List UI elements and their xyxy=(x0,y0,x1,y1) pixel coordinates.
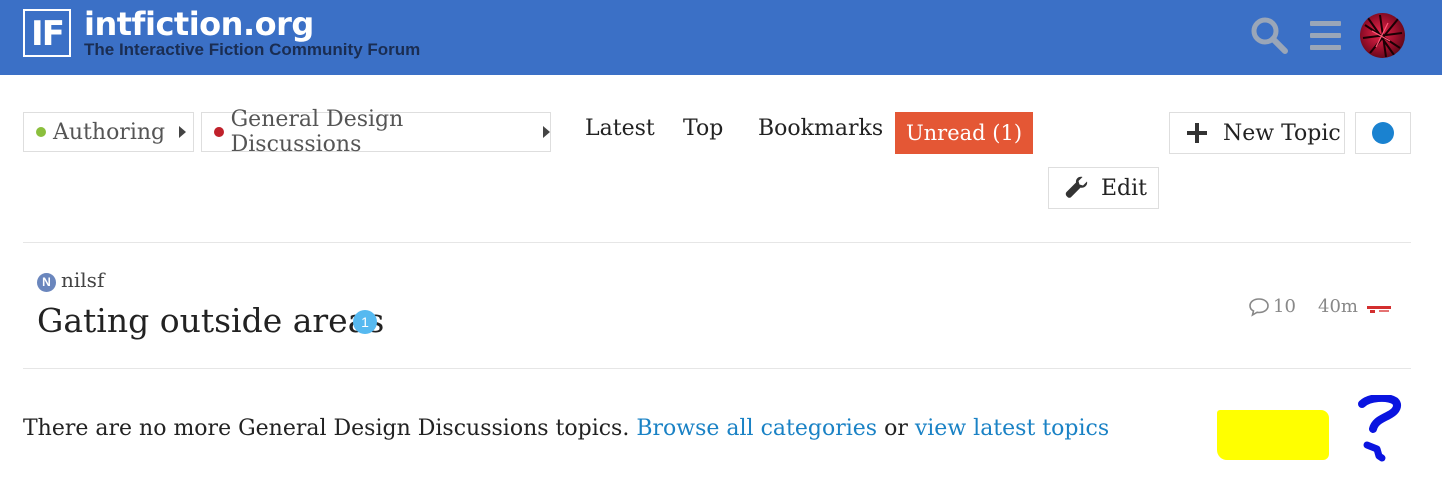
breadcrumb-label: Authoring xyxy=(53,119,166,145)
question-mark-scribble-icon xyxy=(1355,393,1403,463)
site-subtitle: The Interactive Fiction Community Forum xyxy=(84,40,421,59)
latest-poster-avatar[interactable] xyxy=(1367,301,1391,313)
topic-title-link[interactable]: Gating outside areas xyxy=(37,301,384,340)
tab-top[interactable]: Top xyxy=(683,116,723,141)
category-color-dot xyxy=(214,127,224,137)
logo-text: IF xyxy=(31,14,65,54)
poster-avatar[interactable]: N xyxy=(37,273,56,292)
yellow-highlight-mark xyxy=(1217,410,1329,460)
notification-dot-icon xyxy=(1372,122,1394,144)
notification-button[interactable] xyxy=(1355,112,1411,154)
plus-icon xyxy=(1186,122,1208,144)
user-avatar[interactable] xyxy=(1360,13,1405,58)
breadcrumb-subcategory[interactable]: General Design Discussions xyxy=(201,107,551,157)
footer-or-text: or xyxy=(884,416,908,441)
reply-count[interactable]: 10 xyxy=(1273,296,1296,317)
no-more-topics-message: There are no more General Design Discuss… xyxy=(23,416,1109,441)
category-color-dot xyxy=(36,127,46,137)
site-title[interactable]: intfiction.org xyxy=(84,5,314,43)
list-top-divider xyxy=(23,242,1411,243)
breadcrumb-label: General Design Discussions xyxy=(230,107,404,157)
tab-latest[interactable]: Latest xyxy=(585,116,655,141)
breadcrumb-category-authoring[interactable]: Authoring xyxy=(23,112,194,152)
tab-bookmarks[interactable]: Bookmarks xyxy=(758,116,883,141)
footer-text: There are no more General Design Discuss… xyxy=(23,416,630,441)
view-latest-topics-link[interactable]: view latest topics xyxy=(915,416,1109,441)
caret-right-icon xyxy=(543,126,550,138)
speech-bubble-icon xyxy=(1248,297,1270,317)
last-activity[interactable]: 40m xyxy=(1318,296,1358,317)
unread-posts-badge[interactable]: 1 xyxy=(353,310,377,334)
new-topic-button[interactable]: New Topic xyxy=(1169,112,1345,154)
site-header: IF intfiction.org The Interactive Fictio… xyxy=(0,0,1442,75)
hamburger-menu-icon[interactable] xyxy=(1309,20,1343,52)
edit-category-button[interactable]: Edit xyxy=(1048,167,1159,209)
site-logo[interactable]: IF xyxy=(23,9,71,57)
poster-username[interactable]: nilsf xyxy=(61,268,104,292)
browse-all-categories-link[interactable]: Browse all categories xyxy=(636,416,877,441)
wrench-icon xyxy=(1065,176,1089,200)
tab-unread[interactable]: Unread (1) xyxy=(895,112,1033,154)
list-bottom-divider xyxy=(23,368,1411,369)
edit-label: Edit xyxy=(1101,175,1148,201)
new-topic-label: New Topic xyxy=(1223,120,1341,146)
caret-right-icon xyxy=(179,126,187,138)
search-icon[interactable] xyxy=(1250,16,1290,56)
